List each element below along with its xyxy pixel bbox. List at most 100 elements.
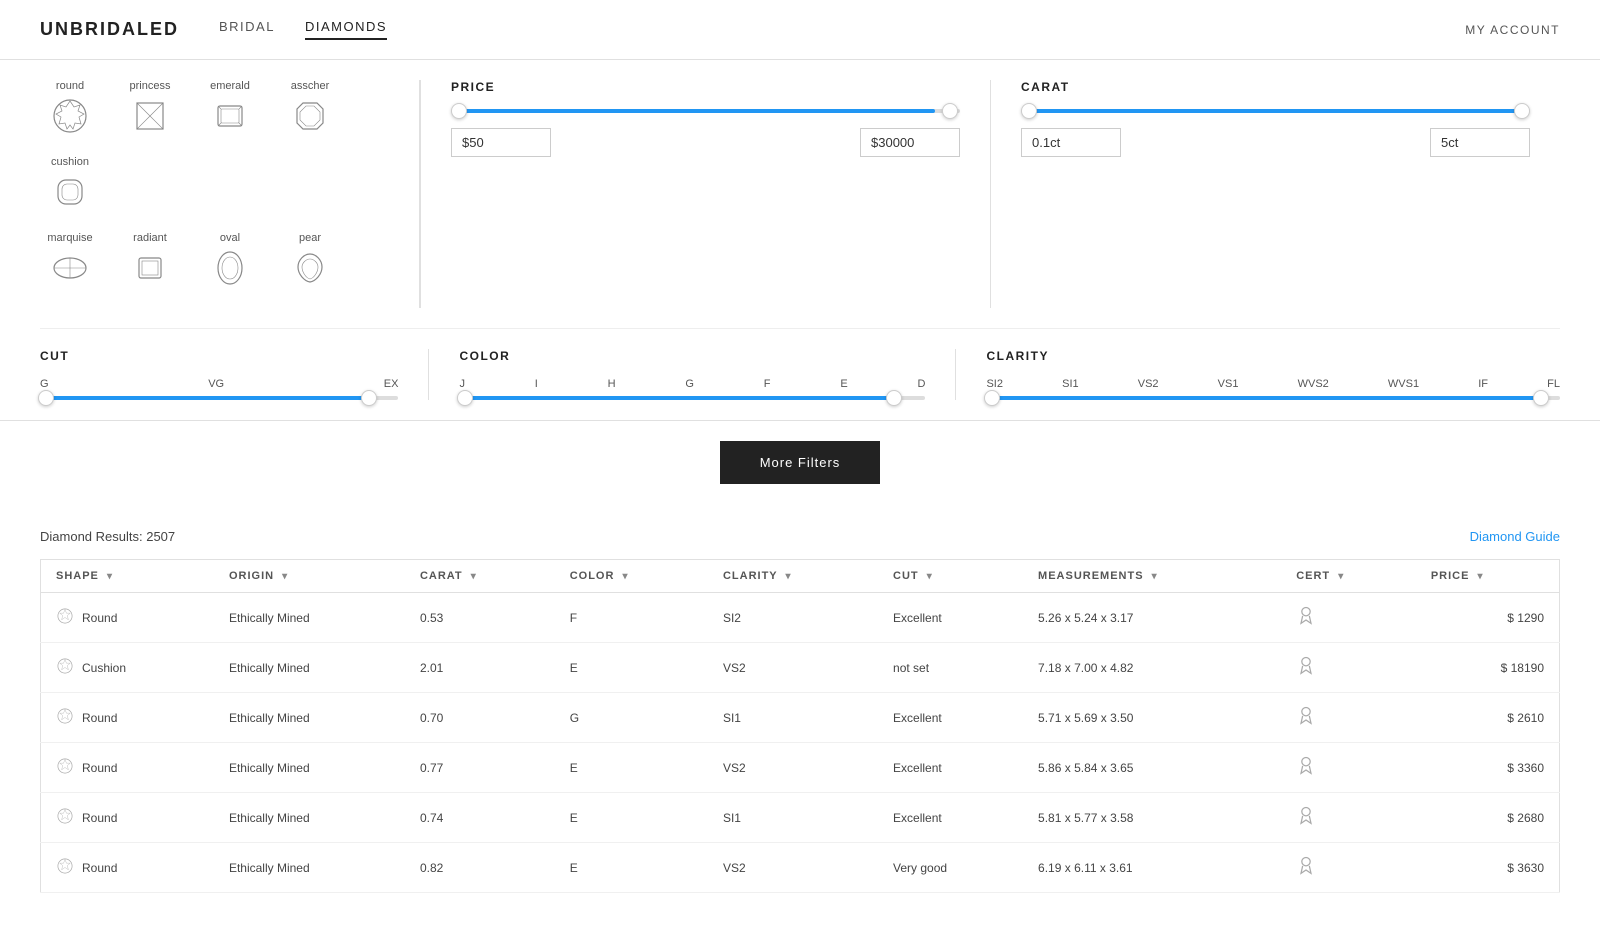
- cell-measurements: 5.86 x 5.84 x 3.65: [1023, 743, 1281, 793]
- shape-oval[interactable]: oval: [200, 232, 260, 288]
- clarity-label-if: IF: [1478, 378, 1488, 390]
- cell-clarity: VS2: [708, 743, 878, 793]
- carat-max-input[interactable]: [1430, 128, 1530, 157]
- header: UNBRIDALED BRIDAL DIAMONDS MY ACCOUNT: [0, 0, 1600, 60]
- carat-thumb-left[interactable]: [1021, 103, 1037, 119]
- table-row[interactable]: Round Ethically Mined 0.77 E VS2 Excelle…: [41, 743, 1560, 793]
- cell-origin: Ethically Mined: [214, 743, 405, 793]
- logo[interactable]: UNBRIDALED: [40, 19, 179, 40]
- carat-thumb-right[interactable]: [1514, 103, 1530, 119]
- table-row[interactable]: Round Ethically Mined 0.70 G SI1 Excelle…: [41, 693, 1560, 743]
- col-origin[interactable]: ORIGIN ▾: [214, 560, 405, 593]
- cell-carat: 0.70: [405, 693, 555, 743]
- carat-min-input[interactable]: [1021, 128, 1121, 157]
- diamond-guide-link[interactable]: Diamond Guide: [1470, 529, 1560, 544]
- shape-row-2: marquise radiant: [40, 232, 389, 288]
- princess-icon: [130, 96, 170, 136]
- cell-price: $ 1290: [1416, 593, 1560, 643]
- shape-cushion[interactable]: cushion: [40, 156, 100, 212]
- results-header: Diamond Results: 2507 Diamond Guide: [40, 514, 1560, 559]
- clarity-label-vs2: VS2: [1138, 378, 1159, 390]
- cell-price: $ 18190: [1416, 643, 1560, 693]
- table-row[interactable]: Cushion Ethically Mined 2.01 E VS2 not s…: [41, 643, 1560, 693]
- cut-track[interactable]: [40, 396, 398, 400]
- col-cert[interactable]: CERT ▾: [1281, 560, 1416, 593]
- cell-price: $ 2610: [1416, 693, 1560, 743]
- shape-radiant[interactable]: radiant: [120, 232, 180, 288]
- origin-sort-icon: ▾: [282, 571, 288, 582]
- carat-fill: [1031, 109, 1525, 113]
- shape-round[interactable]: round: [40, 80, 100, 136]
- price-filter: PRICE: [421, 80, 990, 308]
- cert-badge-icon: [1296, 859, 1316, 879]
- col-measurements[interactable]: MEASUREMENTS ▾: [1023, 560, 1281, 593]
- table-row[interactable]: Round Ethically Mined 0.82 E VS2 Very go…: [41, 843, 1560, 893]
- cut-label-g: G: [40, 378, 49, 390]
- color-label-j: J: [459, 378, 465, 390]
- color-thumb-left[interactable]: [457, 390, 473, 406]
- carat-slider[interactable]: [1021, 109, 1530, 113]
- radiant-icon: [130, 248, 170, 288]
- cell-measurements: 7.18 x 7.00 x 4.82: [1023, 643, 1281, 693]
- clarity-label-si1: SI1: [1062, 378, 1079, 390]
- cell-cert: [1281, 743, 1416, 793]
- cell-price: $ 2680: [1416, 793, 1560, 843]
- shape-asscher[interactable]: asscher: [280, 80, 340, 136]
- cell-shape: Round: [41, 693, 214, 743]
- more-filters-button[interactable]: More Filters: [720, 441, 881, 484]
- price-max-input[interactable]: [860, 128, 960, 157]
- cell-carat: 0.82: [405, 843, 555, 893]
- cut-thumb-left[interactable]: [38, 390, 54, 406]
- asscher-icon: [290, 96, 330, 136]
- clarity-filter: CLARITY SI2 SI1 VS2 VS1 WVS2 WVS1 IF FL: [956, 349, 1560, 400]
- col-clarity[interactable]: CLARITY ▾: [708, 560, 878, 593]
- price-thumb-left[interactable]: [451, 103, 467, 119]
- col-color[interactable]: COLOR ▾: [555, 560, 708, 593]
- col-carat[interactable]: CARAT ▾: [405, 560, 555, 593]
- cut-labels: G VG EX: [40, 378, 398, 390]
- nav-bridal[interactable]: BRIDAL: [219, 19, 275, 40]
- clarity-label-wvs1: WVS1: [1388, 378, 1419, 390]
- cell-color: G: [555, 693, 708, 743]
- color-track[interactable]: [459, 396, 925, 400]
- shape-marquise[interactable]: marquise: [40, 232, 100, 288]
- col-cut[interactable]: CUT ▾: [878, 560, 1023, 593]
- col-shape[interactable]: SHAPE ▾: [41, 560, 214, 593]
- clarity-label-fl: FL: [1547, 378, 1560, 390]
- shape-princess[interactable]: princess: [120, 80, 180, 136]
- clarity-thumb-left[interactable]: [984, 390, 1000, 406]
- price-min-input[interactable]: [451, 128, 551, 157]
- carat-title: CARAT: [1021, 80, 1530, 94]
- price-thumb-right[interactable]: [942, 103, 958, 119]
- cert-badge-icon: [1296, 759, 1316, 779]
- clarity-thumb-right[interactable]: [1533, 390, 1549, 406]
- cell-shape: Round: [41, 843, 214, 893]
- cell-origin: Ethically Mined: [214, 593, 405, 643]
- cut-title: CUT: [40, 349, 398, 363]
- price-slider[interactable]: [451, 109, 960, 113]
- cell-shape: Round: [41, 793, 214, 843]
- cell-cut: Excellent: [878, 593, 1023, 643]
- table-row[interactable]: Round Ethically Mined 0.53 F SI2 Excelle…: [41, 593, 1560, 643]
- clarity-track[interactable]: [986, 396, 1560, 400]
- clarity-label-si2: SI2: [986, 378, 1003, 390]
- color-thumb-right[interactable]: [886, 390, 902, 406]
- shape-pear[interactable]: pear: [280, 232, 340, 288]
- price-title: PRICE: [451, 80, 960, 94]
- cell-carat: 0.53: [405, 593, 555, 643]
- shape-emerald[interactable]: emerald: [200, 80, 260, 136]
- cert-badge-icon: [1296, 709, 1316, 729]
- col-price[interactable]: PRICE ▾: [1416, 560, 1560, 593]
- marquise-icon: [50, 248, 90, 288]
- carat-track: [1021, 109, 1530, 113]
- carat-inputs: [1021, 128, 1530, 157]
- table-row[interactable]: Round Ethically Mined 0.74 E SI1 Excelle…: [41, 793, 1560, 843]
- cut-thumb-right[interactable]: [361, 390, 377, 406]
- my-account-link[interactable]: MY ACCOUNT: [1465, 23, 1560, 37]
- nav-diamonds[interactable]: DIAMONDS: [305, 19, 387, 40]
- oval-icon: [210, 248, 250, 288]
- shape-sort-icon: ▾: [107, 571, 113, 582]
- shape-mini-icon: [56, 857, 74, 878]
- cell-cert: [1281, 593, 1416, 643]
- clarity-label-vs1: VS1: [1218, 378, 1239, 390]
